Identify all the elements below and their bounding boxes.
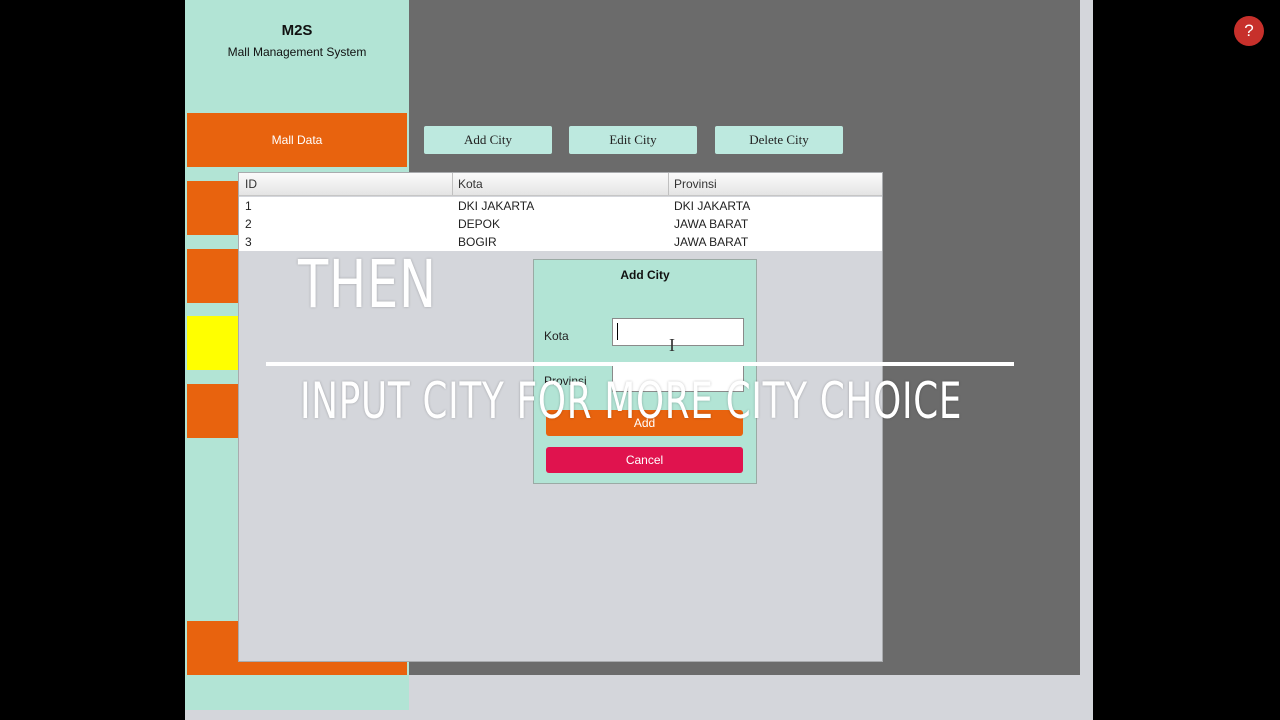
column-header-kota[interactable]: Kota [458,173,483,195]
cell-provinsi: JAWA BARAT [674,235,749,249]
delete-city-button[interactable]: Delete City [715,126,843,154]
table-row[interactable]: 1 DKI JAKARTA DKI JAKARTA [239,197,882,215]
kota-label: Kota [544,329,569,343]
column-divider [452,173,453,195]
column-divider [668,173,669,195]
text-caret [617,323,618,340]
cell-id: 2 [245,217,252,231]
sidebar-item-mall-data[interactable]: Mall Data [187,113,407,167]
column-header-provinsi[interactable]: Provinsi [674,173,717,195]
table-header: ID Kota Provinsi [239,173,882,196]
table-row[interactable]: 2 DEPOK JAWA BARAT [239,215,882,233]
text-cursor-icon: I [669,335,675,355]
cell-id: 1 [245,199,252,213]
cell-kota: DEPOK [458,217,501,231]
cell-id: 3 [245,235,252,249]
help-icon[interactable]: ? [1234,16,1264,46]
edit-city-button[interactable]: Edit City [569,126,697,154]
cell-kota: DKI JAKARTA [458,199,535,213]
overlay-divider [266,362,1014,366]
app-title: M2S [281,22,313,39]
overlay-caption-then: THEN [298,246,437,323]
cancel-button[interactable]: Cancel [546,447,743,473]
overlay-caption-instruction: INPUT CITY FOR MORE CITY CHOICE [300,372,963,430]
kota-input[interactable] [612,318,744,346]
add-city-button[interactable]: Add City [424,126,552,154]
column-header-id[interactable]: ID [245,173,257,195]
cell-kota: BOGIR [458,235,497,249]
cell-provinsi: JAWA BARAT [674,217,749,231]
cell-provinsi: DKI JAKARTA [674,199,751,213]
app-subtitle: Mall Management System [227,45,367,59]
dialog-title: Add City [620,268,670,282]
